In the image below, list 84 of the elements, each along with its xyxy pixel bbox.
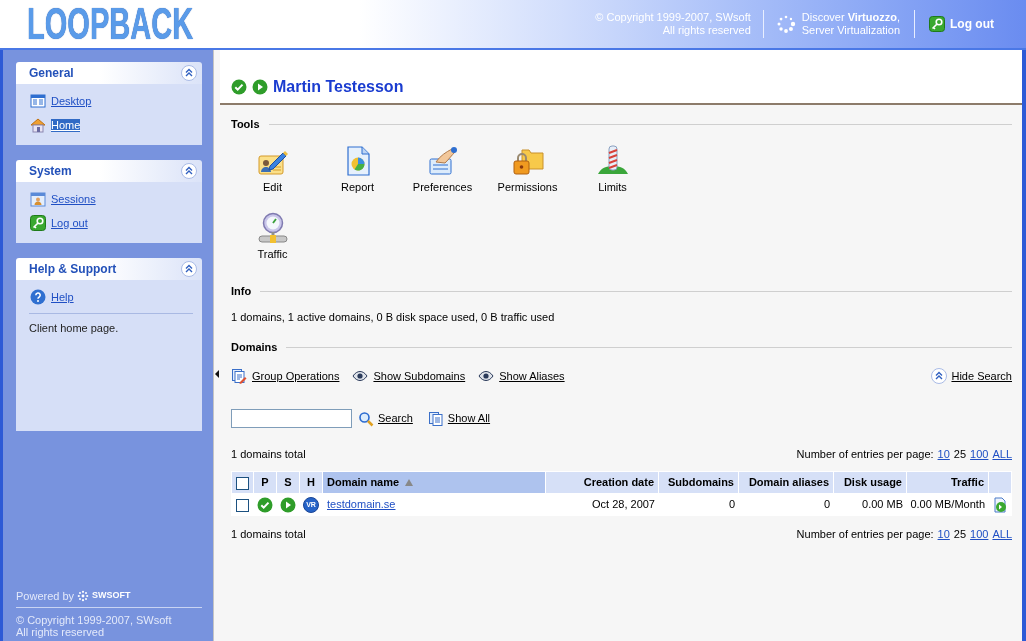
document-arrow-icon[interactable]: [992, 496, 1008, 513]
show-all-link[interactable]: Show All: [427, 410, 491, 427]
per-page-label: Number of entries per page:: [796, 527, 934, 541]
tool-button[interactable]: Limits: [570, 143, 655, 194]
section-heading: Domains: [231, 340, 278, 354]
house-icon[interactable]: [30, 117, 46, 133]
column-header[interactable]: Subdomains: [659, 472, 738, 493]
page-size-option[interactable]: 25: [953, 527, 967, 541]
tool-button[interactable]: Permissions: [485, 143, 570, 194]
page-size-option[interactable]: ALL: [992, 447, 1012, 461]
total-count: 1 domains total: [231, 527, 306, 541]
panel-title: System: [29, 163, 72, 180]
toolbar-link[interactable]: Group Operations: [231, 367, 340, 385]
snowflake-icon: [77, 590, 90, 602]
panel-title: General: [29, 65, 74, 82]
account-name: Martin Testesson: [273, 77, 404, 97]
domain-link[interactable]: testdomain.se: [327, 498, 396, 511]
table-cell-text: 0.00 MB: [861, 497, 904, 513]
column-header[interactable]: Domain name: [323, 472, 545, 493]
copyright-text: © Copyright 1999-2007, SWsoft All rights reserved: [16, 614, 173, 638]
nav-link[interactable]: Help: [51, 290, 74, 304]
nav-link[interactable]: Home: [51, 118, 81, 132]
key-icon[interactable]: [929, 16, 945, 32]
column-header[interactable]: Creation date: [546, 472, 658, 493]
eye-icon: [478, 368, 495, 384]
info-text: 1 domains, 1 active domains, 0 B disk space used, 0 B traffic used: [231, 310, 556, 324]
collapse-icon[interactable]: [181, 163, 197, 179]
collapse-icon[interactable]: [931, 368, 948, 384]
copyright-text: © Copyright 1999-2007, SWsoft All rights reserved: [595, 11, 751, 37]
page-size-option[interactable]: 100: [970, 447, 989, 461]
page-size-option[interactable]: 25: [953, 447, 967, 461]
toolbar-link[interactable]: Hide Search: [931, 367, 1012, 385]
column-header[interactable]: Traffic: [907, 472, 988, 493]
window-list-icon[interactable]: [30, 93, 46, 109]
column-header[interactable]: H: [300, 472, 322, 493]
toolbar-link[interactable]: Show Subdomains: [352, 367, 466, 385]
section-heading: Info: [231, 284, 252, 298]
collapse-icon[interactable]: [181, 261, 197, 277]
nav-link[interactable]: Sessions: [51, 192, 96, 206]
collapse-arrow-icon[interactable]: [215, 370, 219, 378]
page-size-option[interactable]: ALL: [992, 527, 1012, 541]
column-header[interactable]: Domain aliases: [739, 472, 833, 493]
striped-pole-icon: [596, 145, 629, 177]
nav-link[interactable]: Log out: [51, 216, 88, 230]
tool-button[interactable]: Report: [315, 143, 400, 194]
gauge-icon: [256, 212, 289, 244]
panel-title: Help & Support: [29, 261, 117, 278]
search-field[interactable]: [231, 409, 352, 428]
column-header[interactable]: Disk usage: [834, 472, 906, 493]
documents-pencil-icon: [231, 368, 247, 384]
table-cell-text: 0.00 MB/Month: [909, 497, 986, 513]
hand-card-icon: [426, 145, 459, 177]
key-icon[interactable]: [30, 215, 46, 231]
column-header[interactable]: P: [254, 472, 276, 493]
per-page-label: Number of entries per page:: [796, 447, 934, 461]
eye-icon: [352, 368, 369, 384]
page-size-option[interactable]: 10: [937, 447, 950, 461]
dot-ring-icon: [775, 14, 796, 34]
nav-link[interactable]: Desktop: [51, 94, 92, 108]
search-link[interactable]: Search: [358, 410, 413, 427]
column-header: [989, 472, 1011, 493]
table-cell-text: 0: [822, 497, 831, 513]
brand-logo-text: SWSOFT: [92, 589, 131, 603]
search-icon: [358, 410, 374, 427]
help-icon[interactable]: [30, 289, 46, 305]
collapse-icon[interactable]: [181, 65, 197, 81]
table-cell-text: Oct 28, 2007: [591, 497, 656, 513]
powered-by-text: Powered by: [16, 588, 75, 604]
section-heading: Tools: [231, 117, 260, 131]
logo: LOOPBACK: [27, 2, 194, 46]
checkbox[interactable]: [236, 498, 249, 512]
total-count: 1 domains total: [231, 447, 306, 461]
page-size-option[interactable]: 10: [937, 527, 950, 541]
sort-ascending-icon: [405, 479, 414, 487]
page-size-option[interactable]: 100: [970, 527, 989, 541]
panel-description: Client home page.: [29, 321, 120, 336]
table-cell-text: 0: [727, 497, 736, 513]
tool-button[interactable]: Traffic: [230, 210, 315, 261]
user-window-icon[interactable]: [30, 191, 46, 207]
toolbar-link[interactable]: Show Aliases: [478, 367, 565, 385]
documents-icon: [427, 410, 444, 427]
tool-button[interactable]: Edit: [230, 143, 315, 194]
column-header[interactable]: S: [277, 472, 299, 493]
tool-button[interactable]: Preferences: [400, 143, 485, 194]
